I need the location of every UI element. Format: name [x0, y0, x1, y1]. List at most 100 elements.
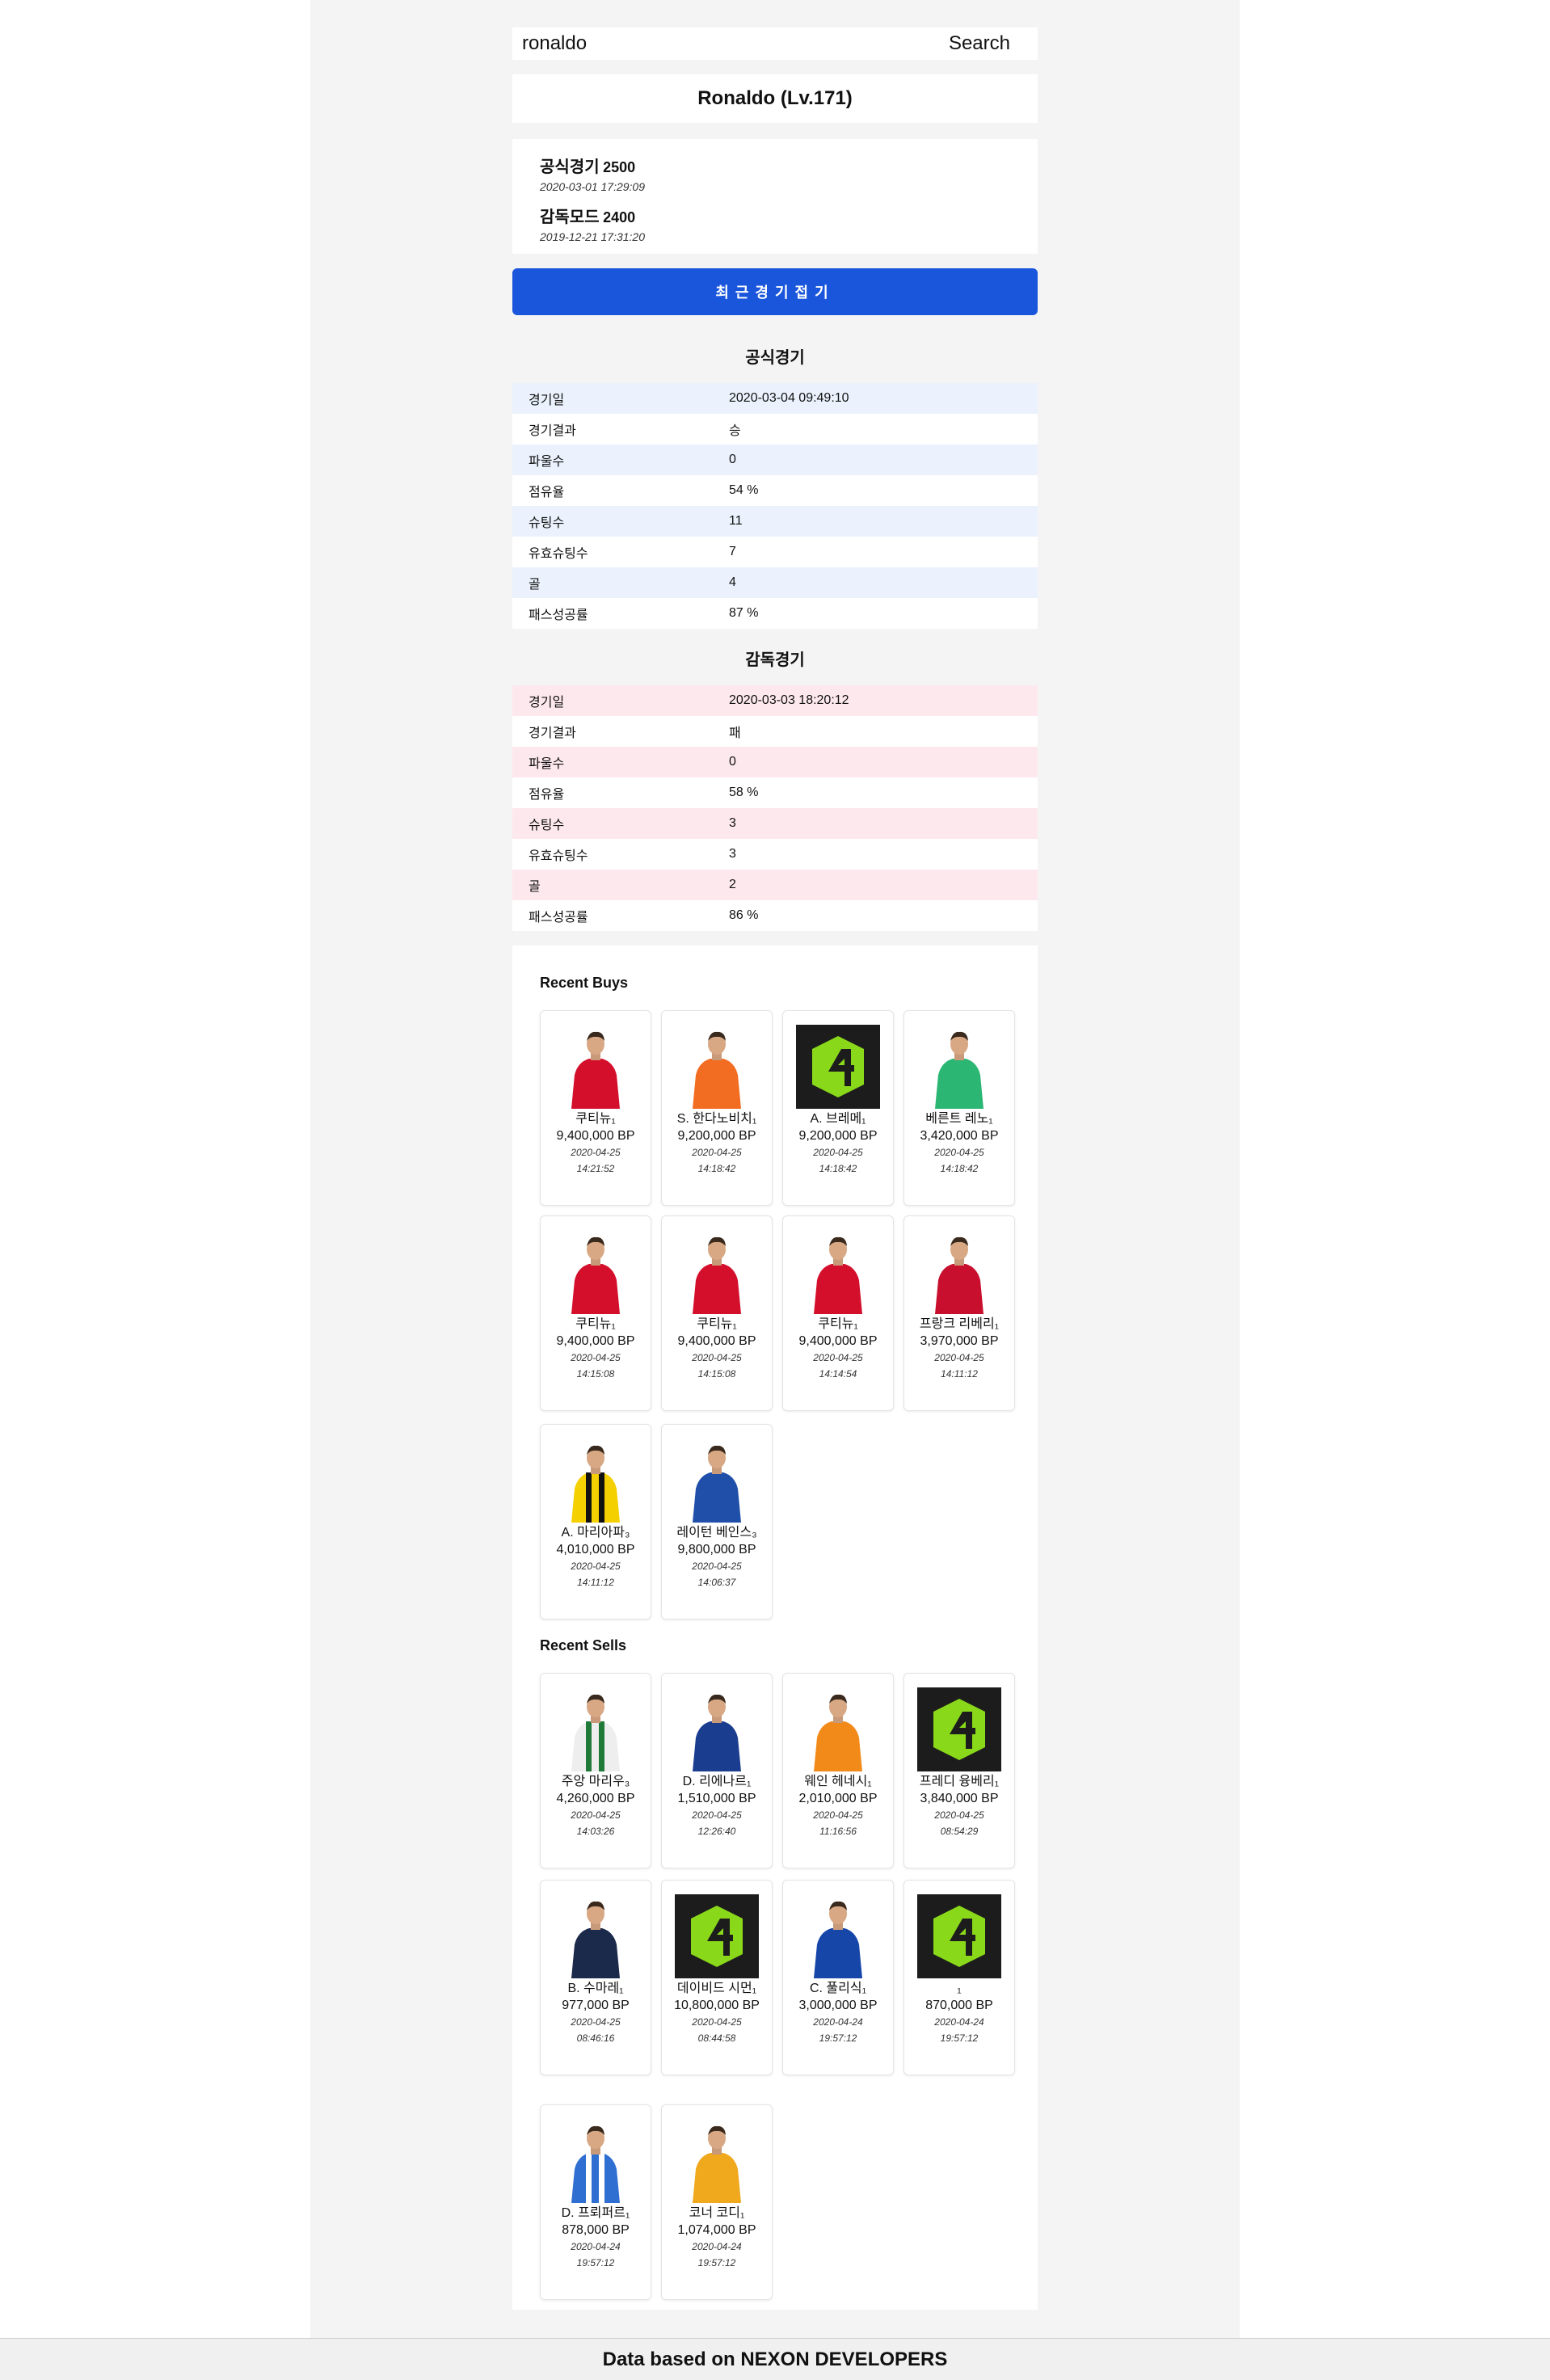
stat-value: 3 [729, 816, 736, 830]
trade-time: 11:16:56 [819, 1826, 857, 1837]
rank-card: 공식경기 2500 2020-03-01 17:29:09 감독모드 2400 … [512, 139, 1038, 254]
stat-value: 3 [729, 847, 736, 861]
player-card[interactable]: ₁ 870,000 BP 2020-04-24 19:57:12 [903, 1880, 1015, 2075]
player-card[interactable]: 코너 코디₁ 1,074,000 BP 2020-04-24 19:57:12 [661, 2104, 773, 2300]
trade-time: 19:57:12 [819, 2032, 857, 2044]
trade-time: 14:11:12 [577, 1577, 614, 1588]
search-input[interactable] [512, 27, 949, 61]
player-card[interactable]: D. 프뢰퍼르₁ 878,000 BP 2020-04-24 19:57:12 [540, 2104, 651, 2300]
search-button[interactable]: Search [949, 32, 1038, 55]
trade-date: 2020-04-25 [692, 1809, 742, 1821]
player-photo [675, 1687, 759, 1771]
stat-row: 패스성공률 87 % [512, 598, 1038, 629]
player-card[interactable]: 쿠티뉴₁ 9,400,000 BP 2020-04-25 14:14:54 [782, 1215, 894, 1411]
stat-row: 패스성공률 86 % [512, 900, 1038, 931]
player-name: D. 프뢰퍼르₁ [561, 2206, 630, 2220]
stat-row: 파울수 0 [512, 444, 1038, 475]
trade-time: 14:11:12 [941, 1368, 978, 1380]
player-name: 웨인 헤네시₁ [804, 1775, 872, 1788]
trade-time: 14:14:54 [819, 1368, 857, 1380]
trade-date: 2020-04-25 [813, 1352, 863, 1363]
rank-date: 2019-12-21 17:31:20 [540, 230, 645, 243]
player-card[interactable]: 레이턴 베인스₃ 9,800,000 BP 2020-04-25 14:06:37 [661, 1424, 773, 1620]
rank-score: 2500 [603, 159, 636, 175]
stat-row: 슈팅수 3 [512, 808, 1038, 839]
player-name: 베른트 레노₁ [925, 1112, 993, 1126]
stat-row: 경기결과 패 [512, 716, 1038, 747]
player-card[interactable]: 쿠티뉴₁ 9,400,000 BP 2020-04-25 14:21:52 [540, 1010, 651, 1206]
rank-score: 2400 [603, 209, 636, 225]
trade-time: 12:26:40 [697, 1826, 736, 1837]
collapse-recent-matches-button[interactable]: 최근경기접기 [512, 268, 1038, 315]
stat-label: 경기결과 [529, 424, 576, 438]
player-photo [917, 1230, 1001, 1314]
player-card[interactable]: 주앙 마리우₃ 4,260,000 BP 2020-04-25 14:03:26 [540, 1673, 651, 1868]
player-card[interactable]: 데이비드 시먼₁ 10,800,000 BP 2020-04-25 08:44:58 [661, 1880, 773, 2075]
player-name: ₁ [957, 1982, 962, 1995]
player-photo [796, 1894, 880, 1978]
stat-value: 2020-03-03 18:20:12 [729, 693, 849, 707]
player-name: 프랑크 리베리₁ [919, 1317, 1000, 1331]
player-photo [554, 1025, 638, 1109]
player-price: 3,840,000 BP [920, 1792, 999, 1805]
player-price: 4,010,000 BP [556, 1543, 635, 1556]
stat-value: 2 [729, 878, 736, 891]
stat-label: 슈팅수 [529, 819, 565, 832]
player-price: 9,400,000 BP [556, 1334, 635, 1348]
player-card[interactable]: B. 수마레₁ 977,000 BP 2020-04-25 08:46:16 [540, 1880, 651, 2075]
stat-row: 점유율 58 % [512, 777, 1038, 808]
player-price: 9,800,000 BP [677, 1543, 756, 1556]
recent-buys-title: Recent Buys [540, 975, 629, 991]
player-price: 3,970,000 BP [920, 1334, 999, 1348]
footer: Data based on NEXON DEVELOPERS [0, 2338, 1550, 2380]
stat-label: 경기일 [529, 696, 565, 710]
player-photo [554, 2119, 638, 2203]
player-card[interactable]: 쿠티뉴₁ 9,400,000 BP 2020-04-25 14:15:08 [540, 1215, 651, 1411]
stat-label: 파울수 [529, 455, 565, 469]
trade-date: 2020-04-25 [692, 1561, 742, 1572]
player-card[interactable]: 베른트 레노₁ 3,420,000 BP 2020-04-25 14:18:42 [903, 1010, 1015, 1206]
fifa4-logo-icon [796, 1025, 880, 1109]
rank-item: 감독모드 2400 2019-12-21 17:31:20 [540, 204, 645, 243]
player-card[interactable]: A. 브레메₁ 9,200,000 BP 2020-04-25 14:18:42 [782, 1010, 894, 1206]
trade-date: 2020-04-24 [692, 2241, 742, 2252]
player-name: A. 마리아파₃ [561, 1526, 630, 1540]
rank-date: 2020-03-01 17:29:09 [540, 180, 645, 193]
trade-date: 2020-04-25 [934, 1147, 984, 1158]
player-photo [675, 1025, 759, 1109]
player-card[interactable]: A. 마리아파₃ 4,010,000 BP 2020-04-25 14:11:12 [540, 1424, 651, 1620]
player-price: 9,400,000 BP [798, 1334, 878, 1348]
player-card[interactable]: S. 한다노비치₁ 9,200,000 BP 2020-04-25 14:18:42 [661, 1010, 773, 1206]
trade-time: 19:57:12 [697, 2257, 736, 2268]
stat-label: 골 [529, 578, 541, 592]
player-card[interactable]: 프레디 융베리₁ 3,840,000 BP 2020-04-25 08:54:29 [903, 1673, 1015, 1868]
stat-label: 골 [529, 880, 541, 894]
stat-row: 점유율 54 % [512, 475, 1038, 506]
player-card[interactable]: C. 풀리식₁ 3,000,000 BP 2020-04-24 19:57:12 [782, 1880, 894, 2075]
player-price: 4,260,000 BP [556, 1792, 635, 1805]
player-card[interactable]: 쿠티뉴₁ 9,400,000 BP 2020-04-25 14:15:08 [661, 1215, 773, 1411]
fifa4-logo-icon [675, 1894, 759, 1978]
player-name: 쿠티뉴₁ [575, 1317, 616, 1331]
stat-value: 0 [729, 755, 736, 769]
trade-time: 08:44:58 [697, 2032, 736, 2044]
stat-label: 슈팅수 [529, 516, 565, 530]
trade-time: 14:21:52 [576, 1163, 615, 1174]
trade-date: 2020-04-25 [571, 2016, 621, 2028]
player-price: 1,074,000 BP [677, 2223, 756, 2237]
stat-value: 0 [729, 453, 736, 466]
stat-label: 패스성공률 [529, 911, 588, 925]
trade-date: 2020-04-25 [692, 2016, 742, 2028]
player-photo [675, 2119, 759, 2203]
player-card[interactable]: D. 리에나르₁ 1,510,000 BP 2020-04-25 12:26:40 [661, 1673, 773, 1868]
player-card[interactable]: 프랑크 리베리₁ 3,970,000 BP 2020-04-25 14:11:12 [903, 1215, 1015, 1411]
stat-value: 86 % [729, 908, 759, 922]
stat-value: 54 % [729, 483, 759, 497]
search-bar: Search [512, 27, 1038, 61]
trade-time: 08:54:29 [940, 1826, 979, 1837]
stat-row: 경기일 2020-03-03 18:20:12 [512, 685, 1038, 716]
player-name: 프레디 융베리₁ [919, 1775, 1000, 1788]
player-name: 쿠티뉴₁ [818, 1317, 858, 1331]
player-card[interactable]: 웨인 헤네시₁ 2,010,000 BP 2020-04-25 11:16:56 [782, 1673, 894, 1868]
trade-time: 14:18:42 [819, 1163, 857, 1174]
